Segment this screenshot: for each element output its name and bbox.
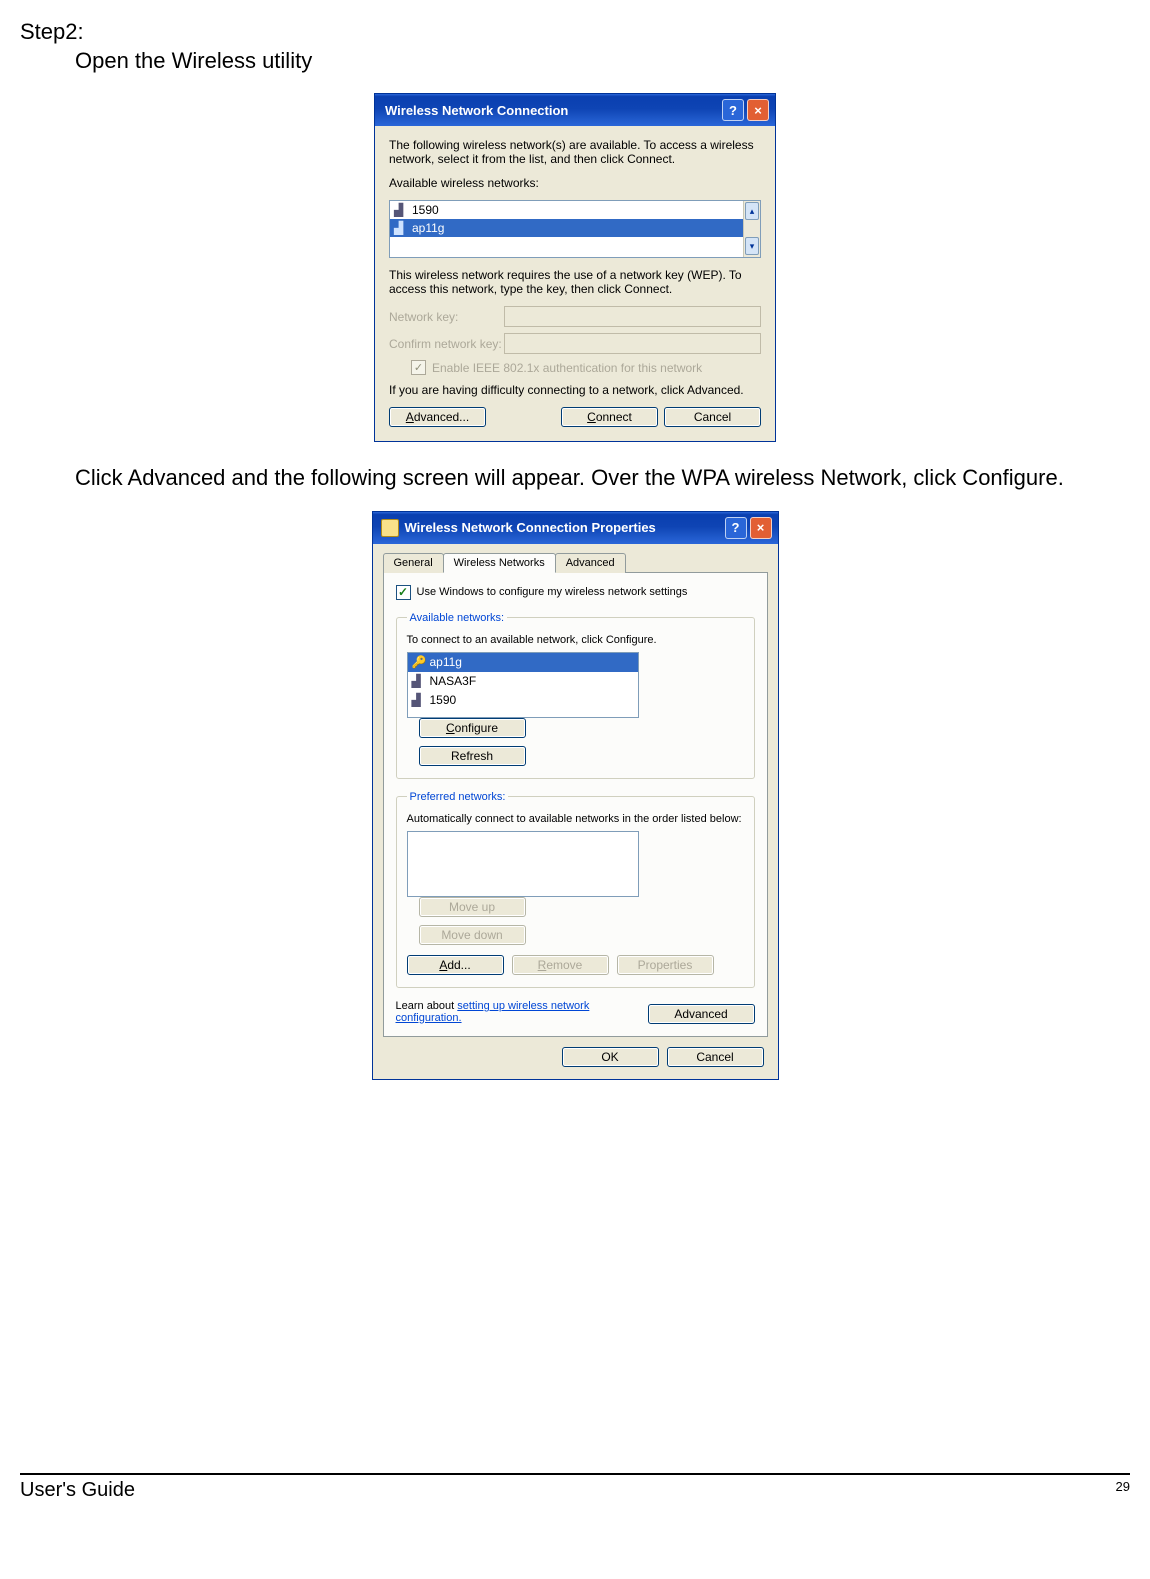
close-icon[interactable]: × [750,517,772,539]
advanced-button[interactable]: Advanced [648,1004,755,1024]
preferred-networks-list[interactable] [407,831,639,897]
properties-button: Properties [617,955,714,975]
checkbox-icon: ✓ [411,360,426,375]
mid-paragraph: Click Advanced and the following screen … [75,464,1110,493]
cancel-button[interactable]: Cancel [667,1047,764,1067]
list-item-label: ap11g [430,655,462,669]
list-item-label: NASA3F [430,674,477,688]
enable-8021x-row: ✓ Enable IEEE 802.1x authentication for … [411,360,761,375]
footer-guide-label: User's Guide [20,1479,135,1502]
intro-text: The following wireless network(s) are av… [389,138,761,166]
learn-prefix: Learn about [396,1000,458,1012]
titlebar: Wireless Network Connection Properties ?… [373,512,778,544]
confirm-key-label: Confirm network key: [389,337,504,351]
list-item[interactable]: ▟ 1590 [390,201,760,219]
network-key-label: Network key: [389,310,504,324]
configure-button[interactable]: Configure [419,718,526,738]
preferred-instruction: Automatically connect to available netwo… [407,813,744,825]
difficulty-text: If you are having difficulty connecting … [389,383,761,397]
move-up-button: Move up [419,897,526,917]
network-icon: ▟ [394,221,406,235]
page-number: 29 [1116,1479,1130,1502]
wep-text: This wireless network requires the use o… [389,268,761,296]
close-icon[interactable]: × [747,99,769,121]
scroll-up-icon[interactable]: ▴ [745,202,759,220]
scrollbar[interactable]: ▴ ▾ [743,201,760,257]
list-item-label: 1590 [412,203,439,217]
network-key-field [504,306,761,327]
secure-network-icon: 🔑 [412,655,424,669]
window-icon [381,519,399,537]
tab-bar: General Wireless Networks Advanced [383,552,768,573]
checkbox-icon[interactable]: ✓ [396,585,411,600]
add-button[interactable]: Add... [407,955,504,975]
available-networks-group: Available networks: To connect to an ava… [396,612,755,779]
list-item[interactable]: ▟ ap11g [390,219,760,237]
use-windows-label: Use Windows to configure my wireless net… [417,586,688,598]
tab-general[interactable]: General [383,553,444,573]
step-label: Step2: [20,18,1130,47]
window-title: Wireless Network Connection [385,103,568,118]
page-footer: User's Guide 29 [20,1473,1130,1502]
tab-wireless-networks[interactable]: Wireless Networks [443,553,556,573]
available-instruction: To connect to an available network, clic… [407,634,744,646]
network-icon: ▟ [412,693,424,707]
list-item-label: ap11g [412,221,444,235]
available-networks-list[interactable]: ▟ 1590 ▟ ap11g ▴ ▾ [389,200,761,258]
available-networks-list[interactable]: 🔑 ap11g ▟ NASA3F ▟ 1590 [407,652,639,718]
wireless-connection-dialog: Wireless Network Connection ? × The foll… [374,93,776,442]
advanced-button[interactable]: Advanced... [389,407,486,427]
refresh-button[interactable]: Refresh [419,746,526,766]
step-instruction: Open the Wireless utility [75,47,1130,76]
move-down-button: Move down [419,925,526,945]
list-item[interactable]: ▟ NASA3F [408,672,638,691]
window-title: Wireless Network Connection Properties [405,520,656,535]
remove-button: Remove [512,955,609,975]
tab-content: ✓ Use Windows to configure my wireless n… [383,572,768,1037]
titlebar: Wireless Network Connection ? × [375,94,775,126]
group-label: Preferred networks: [407,791,509,803]
list-item[interactable]: 🔑 ap11g [408,653,638,672]
help-icon[interactable]: ? [725,517,747,539]
available-label: Available wireless networks: [389,176,761,190]
network-icon: ▟ [394,203,406,217]
cancel-button[interactable]: Cancel [664,407,761,427]
preferred-networks-group: Preferred networks: Automatically connec… [396,791,755,988]
group-label: Available networks: [407,612,508,624]
help-icon[interactable]: ? [722,99,744,121]
learn-text: Learn about setting up wireless network … [396,1000,648,1024]
confirm-key-field [504,333,761,354]
list-item[interactable]: ▟ 1590 [408,691,638,710]
wireless-properties-dialog: Wireless Network Connection Properties ?… [372,511,779,1080]
list-item-label: 1590 [430,693,457,707]
connect-button[interactable]: Connect [561,407,658,427]
network-icon: ▟ [412,674,424,688]
tab-advanced[interactable]: Advanced [555,553,626,573]
scroll-down-icon[interactable]: ▾ [745,237,759,255]
use-windows-row[interactable]: ✓ Use Windows to configure my wireless n… [396,585,755,600]
enable-8021x-label: Enable IEEE 802.1x authentication for th… [432,361,702,375]
ok-button[interactable]: OK [562,1047,659,1067]
